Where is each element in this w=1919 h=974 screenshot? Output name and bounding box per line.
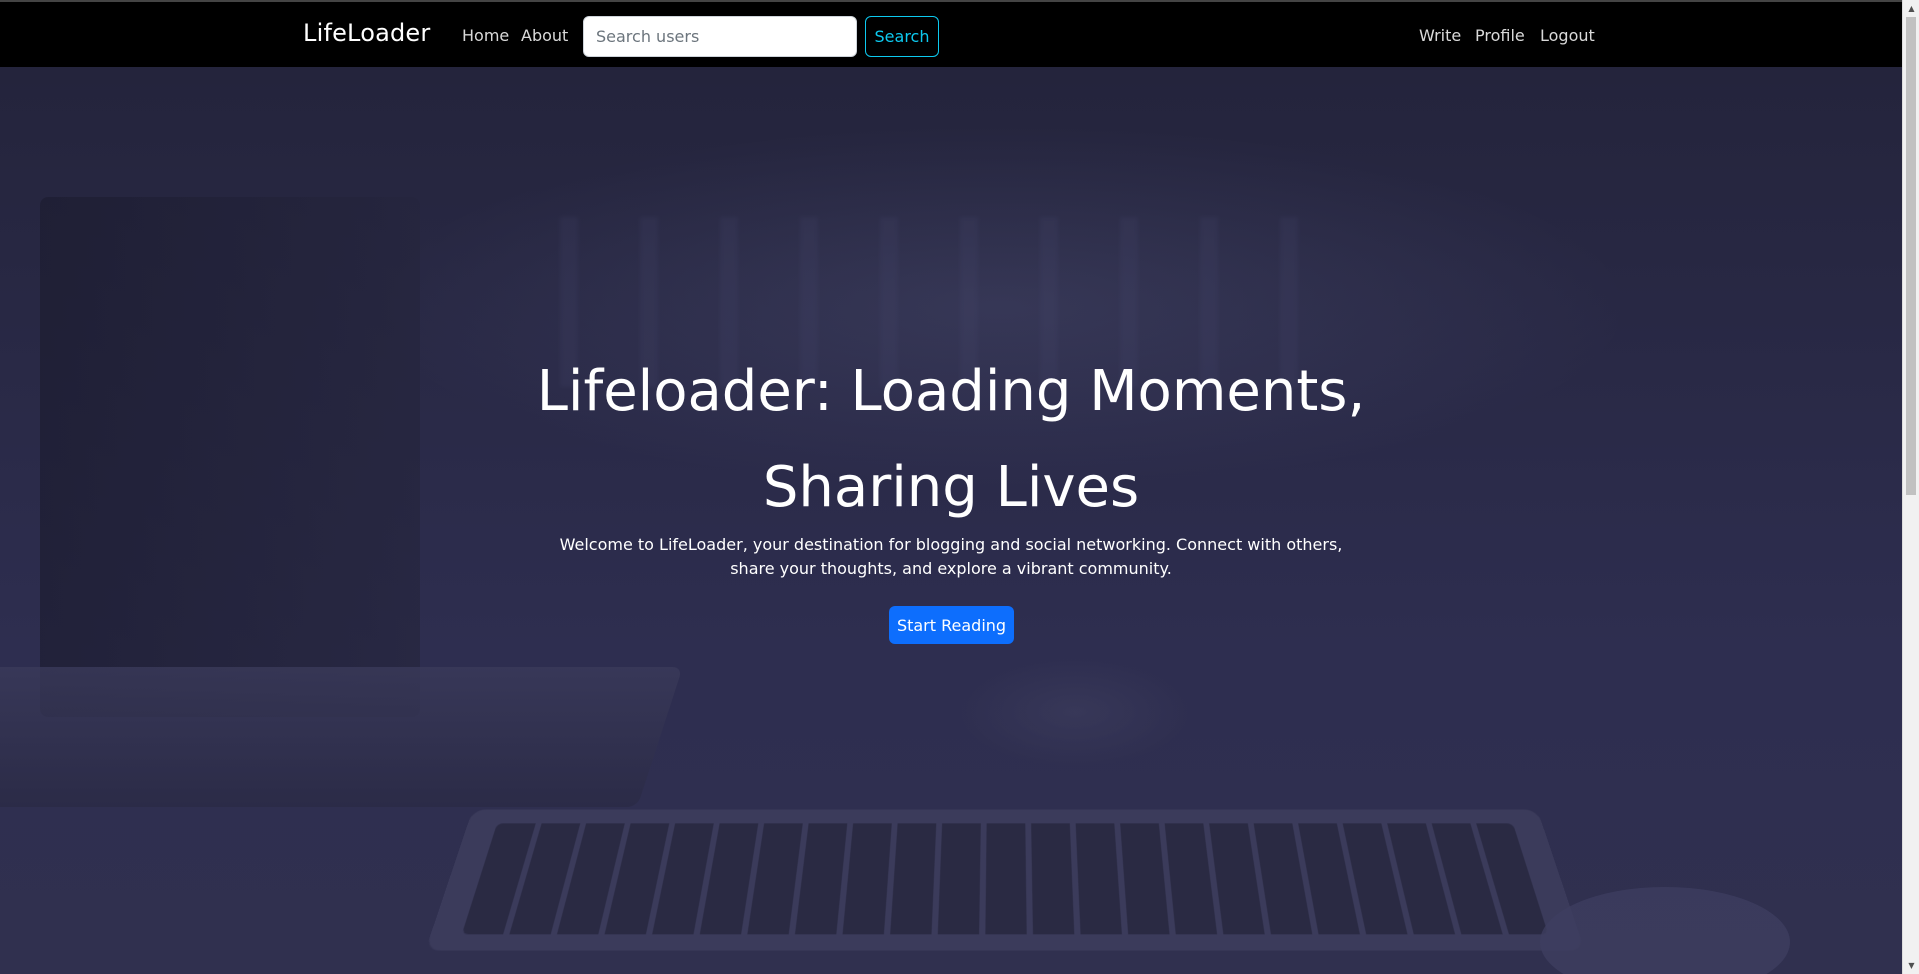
nav-link-home[interactable]: Home (462, 26, 509, 45)
nav-link-logout[interactable]: Logout (1540, 26, 1595, 45)
hero-subtitle: Welcome to LifeLoader, your destination … (559, 535, 1343, 578)
start-reading-button[interactable]: Start Reading (889, 606, 1014, 644)
scrollbar-thumb[interactable] (1906, 17, 1916, 495)
hero-section: Lifeloader: Loading Moments, Sharing Liv… (0, 67, 1902, 974)
background-keyboard (425, 809, 1585, 951)
hero-title: Lifeloader: Loading Moments, Sharing Liv… (0, 344, 1902, 536)
brand-logo-link[interactable]: LifeLoader (303, 19, 430, 47)
scroll-up-arrow-icon[interactable]: ▲ (1903, 0, 1919, 17)
nav-link-profile[interactable]: Profile (1475, 26, 1525, 45)
page-scrollbar[interactable]: ▲ ▼ (1902, 0, 1919, 974)
background-cup (960, 657, 1190, 767)
background-mouse (1540, 887, 1790, 974)
background-keyboard-keys (461, 823, 1549, 935)
scroll-down-arrow-icon[interactable]: ▼ (1903, 957, 1919, 974)
search-users-input[interactable] (583, 16, 857, 57)
nav-link-write[interactable]: Write (1419, 26, 1461, 45)
nav-link-about[interactable]: About (521, 26, 568, 45)
hero-title-line-1: Lifeloader: Loading Moments, (536, 359, 1366, 424)
search-button[interactable]: Search (865, 16, 939, 57)
background-laptop (0, 667, 683, 807)
navbar: LifeLoader Home About Search Write Profi… (0, 0, 1902, 67)
hero-title-line-2: Sharing Lives (762, 455, 1140, 520)
